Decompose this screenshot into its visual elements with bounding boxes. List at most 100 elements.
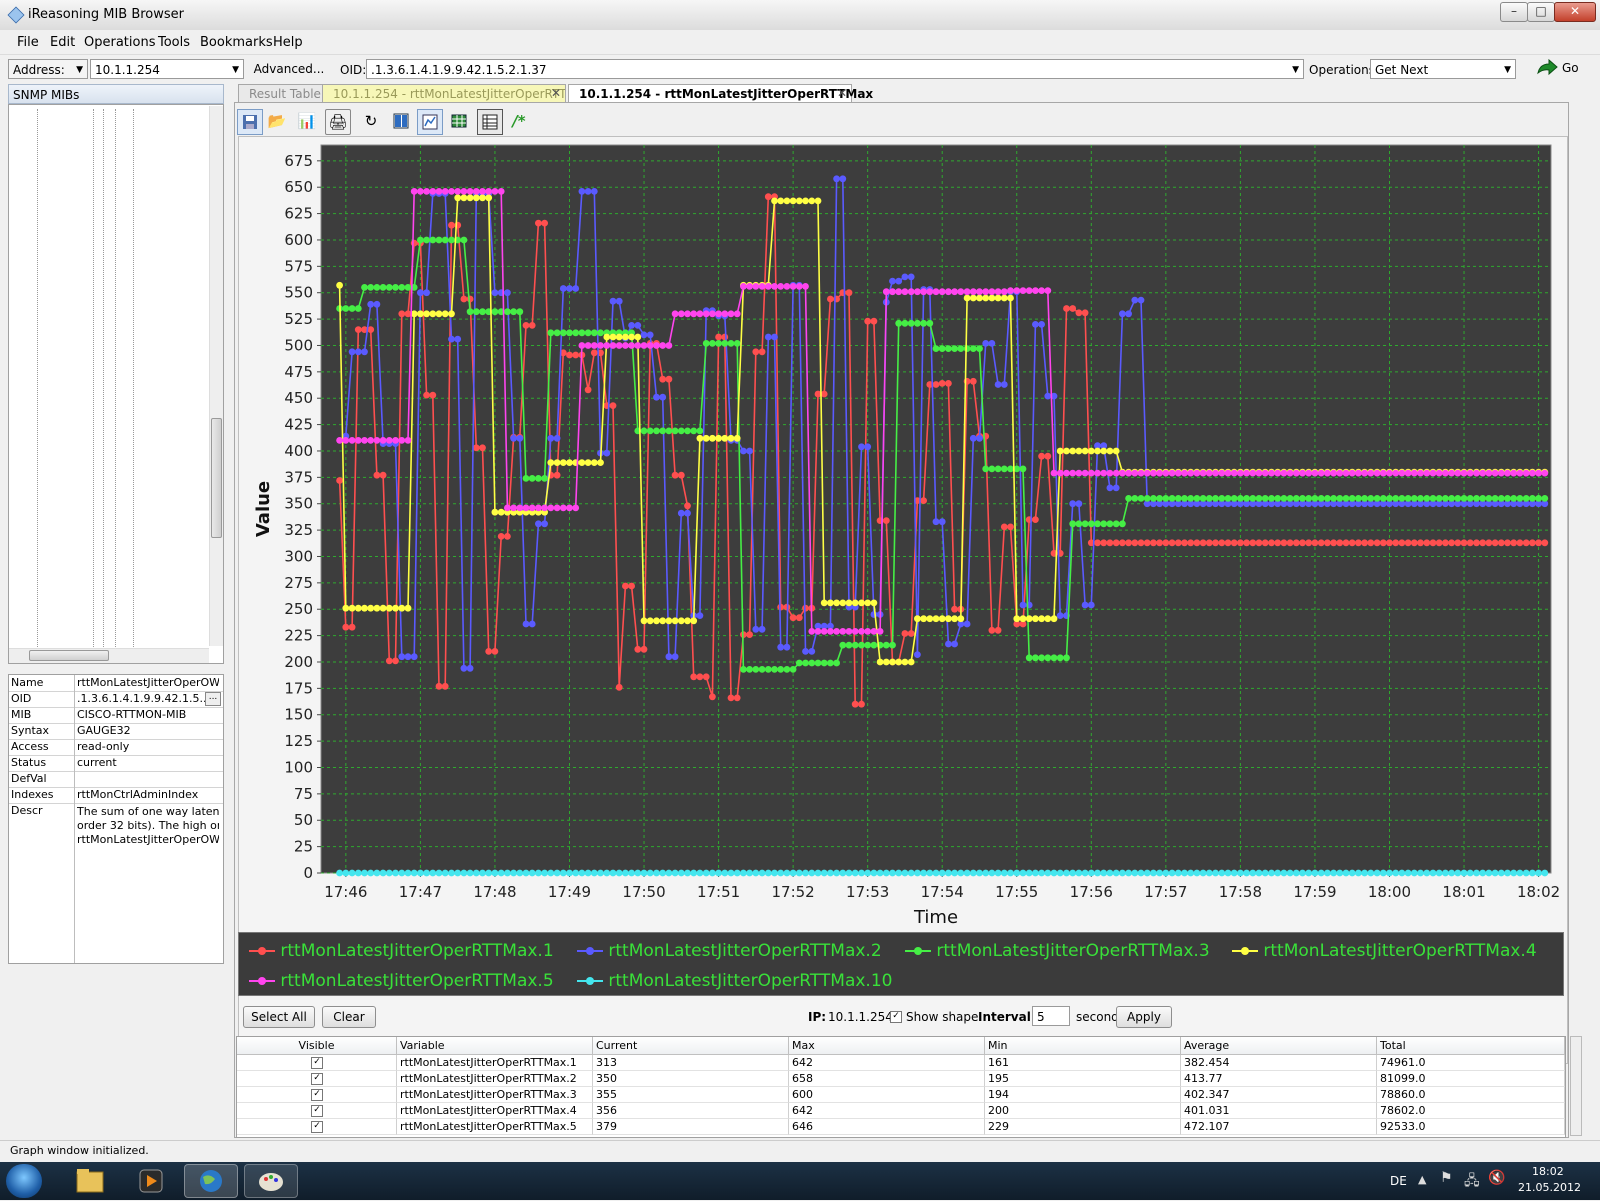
- tab-result-table[interactable]: Result Table: [238, 84, 332, 102]
- data-point: [746, 666, 753, 673]
- data-point: [1193, 469, 1201, 477]
- scrollbar-thumb[interactable]: [29, 650, 109, 661]
- data-point: [1255, 539, 1263, 547]
- data-point: [1292, 539, 1300, 547]
- action-center-icon[interactable]: ⚑: [1440, 1170, 1453, 1186]
- mib-properties-table: Name rttMonLatestJitterOperOW... OID .1.3.6…: [8, 674, 224, 964]
- tree-vertical-scrollbar[interactable]: [209, 106, 223, 646]
- tab-rttmin-label: 10.1.1.254 - rttMonLatestJitterOperRTTMi…: [333, 87, 566, 101]
- data-point: [1435, 469, 1443, 477]
- menu-bookmarks[interactable]: Bookmarks: [200, 35, 273, 50]
- menu-operations[interactable]: Operations: [84, 35, 155, 50]
- scrollbar-thumb[interactable]: [211, 418, 222, 538]
- tree-horizontal-scrollbar[interactable]: [9, 648, 209, 663]
- network-icon[interactable]: 🖧: [1464, 1170, 1480, 1194]
- data-point: [690, 617, 698, 625]
- visible-checkbox[interactable]: ✓: [311, 1057, 323, 1069]
- property-key: DefVal: [11, 772, 47, 785]
- menu-edit[interactable]: Edit: [50, 35, 75, 50]
- data-point: [535, 869, 542, 877]
- data-point: [535, 520, 542, 528]
- table-view-icon[interactable]: [477, 109, 503, 135]
- advanced-button[interactable]: Advanced...: [252, 58, 326, 80]
- open-folder-icon[interactable]: 📂: [265, 109, 289, 133]
- data-point: [1050, 869, 1058, 877]
- legend-item: rttMonLatestJitterOperRTTMax.4: [1232, 941, 1537, 961]
- data-point: [348, 604, 356, 612]
- data-point: [1032, 287, 1039, 294]
- export-icon[interactable]: 📊: [295, 109, 319, 133]
- oid-input[interactable]: .1.3.6.1.4.1.9.9.42.1.5.2.1.37 ▼: [366, 59, 1304, 79]
- visible-checkbox[interactable]: ✓: [311, 1073, 323, 1085]
- data-point: [938, 518, 946, 526]
- tab-rttmax[interactable]: 10.1.1.254 - rttMonLatestJitterOperRTTMa…: [568, 84, 873, 102]
- data-point: [410, 188, 418, 195]
- mib-tree[interactable]: [8, 104, 224, 664]
- column-header-visible[interactable]: Visible: [237, 1037, 397, 1055]
- property-value: rttMonCtrlAdminIndex: [77, 788, 199, 801]
- interval-input[interactable]: 5: [1032, 1006, 1070, 1026]
- data-point: [932, 381, 940, 388]
- legend-swatch-icon: [1232, 947, 1258, 955]
- data-point: [1224, 495, 1232, 502]
- data-point: [392, 437, 399, 444]
- column-header-variable[interactable]: Variable: [397, 1037, 593, 1055]
- menu-tools[interactable]: Tools: [158, 35, 190, 50]
- show-hidden-icons[interactable]: ▲: [1418, 1173, 1426, 1186]
- data-point: [702, 310, 710, 318]
- data-point: [895, 319, 903, 327]
- clear-button[interactable]: Clear: [322, 1006, 376, 1028]
- visible-checkbox[interactable]: ✓: [311, 1105, 323, 1117]
- show-shape-checkbox[interactable]: ✓: [890, 1011, 902, 1023]
- chart-view-icon[interactable]: [417, 109, 443, 135]
- clock-date[interactable]: 21.05.2012: [1518, 1181, 1581, 1194]
- language-indicator[interactable]: DE: [1390, 1174, 1407, 1188]
- refresh-icon[interactable]: ↻: [359, 109, 383, 133]
- column-header-current[interactable]: Current: [593, 1037, 789, 1055]
- maximize-button[interactable]: □: [1527, 2, 1555, 22]
- operations-select[interactable]: Get Next ▼: [1370, 59, 1516, 79]
- volume-muted-icon[interactable]: 🔇: [1488, 1170, 1505, 1186]
- visible-checkbox[interactable]: ✓: [311, 1089, 323, 1101]
- column-header-max[interactable]: Max: [789, 1037, 985, 1055]
- data-point: [889, 641, 896, 649]
- menu-help[interactable]: Help: [273, 35, 303, 50]
- grid-icon[interactable]: [447, 109, 471, 133]
- oid-more-button[interactable]: ...: [205, 692, 221, 706]
- clock-time[interactable]: 18:02: [1532, 1165, 1564, 1178]
- select-all-button[interactable]: Select All: [243, 1006, 315, 1028]
- data-point: [640, 645, 648, 653]
- close-tab-icon[interactable]: ✕: [837, 86, 847, 100]
- column-header-total[interactable]: Total: [1377, 1037, 1565, 1055]
- go-button[interactable]: Go: [1536, 58, 1588, 79]
- menu-file[interactable]: File: [17, 35, 39, 50]
- data-point: [559, 504, 567, 512]
- address-input[interactable]: 10.1.1.254 ▼: [90, 59, 244, 79]
- data-point: [1199, 869, 1207, 877]
- tab-rttmin[interactable]: 10.1.1.254 - rttMonLatestJitterOperRTTMi…: [322, 84, 566, 102]
- apply-button[interactable]: Apply: [1116, 1006, 1172, 1028]
- data-point: [559, 285, 567, 292]
- save-icon[interactable]: [237, 109, 263, 135]
- mib-browser-taskbar-icon[interactable]: [184, 1164, 238, 1198]
- data-point: [1317, 469, 1325, 477]
- column-header-average[interactable]: Average: [1181, 1037, 1377, 1055]
- paint-taskbar-icon[interactable]: [244, 1164, 298, 1198]
- visible-checkbox[interactable]: ✓: [311, 1121, 323, 1133]
- table-vertical-scrollbar[interactable]: [1570, 1036, 1582, 1136]
- data-point: [1081, 309, 1089, 317]
- cell-total: 81099.0: [1377, 1071, 1565, 1087]
- data-point: [1081, 601, 1089, 609]
- column-header-min[interactable]: Min: [985, 1037, 1181, 1055]
- split-view-icon[interactable]: [389, 109, 413, 133]
- close-button[interactable]: ✕: [1554, 2, 1596, 22]
- start-button[interactable]: [6, 1164, 42, 1198]
- media-player-taskbar-icon[interactable]: [124, 1164, 178, 1198]
- minimize-button[interactable]: –: [1500, 2, 1528, 22]
- address-label-combo[interactable]: Address: ▼: [8, 59, 88, 79]
- print-icon[interactable]: 🖨: [325, 109, 351, 135]
- script-icon[interactable]: /*: [507, 109, 531, 133]
- explorer-taskbar-icon[interactable]: [62, 1164, 116, 1198]
- close-tab-icon[interactable]: ✕: [551, 86, 561, 100]
- data-point: [659, 869, 667, 877]
